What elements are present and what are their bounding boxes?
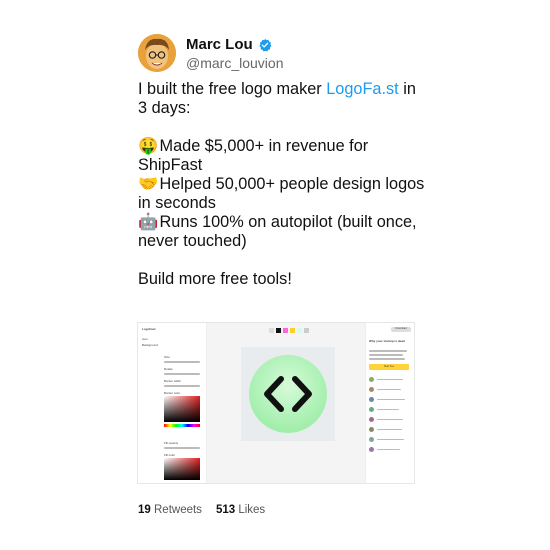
likes-stat[interactable]: 513 Likes — [216, 504, 265, 516]
tweet-closing: Build more free tools! — [138, 270, 292, 288]
tweet-text: I built the free logo maker LogoFa.st in… — [138, 80, 428, 289]
bullet-users: 🤝 Helped 50,000+ people design logos in … — [138, 175, 428, 213]
download-button[interactable]: Download — [391, 327, 411, 332]
author-handle[interactable]: @marc_louvion — [186, 55, 283, 71]
bullet-text: Helped 50,000+ people design logos in se… — [138, 175, 425, 212]
label-fill-opacity: Fill opacity — [164, 441, 179, 445]
bullet-revenue: 🤑 Made $5,000+ in revenue for ShipFast — [138, 137, 428, 175]
logofast-link[interactable]: LogoFa.st — [326, 80, 398, 98]
likes-label: Likes — [238, 504, 266, 516]
hue-slider — [164, 424, 200, 427]
download-label: Download — [395, 327, 407, 330]
tweet-stats: 19 Retweets 513 Likes — [138, 504, 265, 516]
color-picker-border — [164, 396, 200, 422]
money-face-icon: 🤑 — [138, 137, 159, 155]
label-border-color: Border color — [164, 391, 181, 395]
retweets-stat[interactable]: 19 Retweets — [138, 504, 202, 516]
bullet-text: Runs 100% on autopilot (built once, neve… — [138, 213, 417, 250]
label-fill-color: Fill color — [164, 453, 176, 457]
color-picker-fill — [164, 458, 200, 480]
retweets-label: Retweets — [154, 504, 202, 516]
toolbar-swatches — [269, 328, 309, 333]
promo-cta-button[interactable]: Start free — [369, 364, 409, 370]
author-name-row: Marc Lou — [186, 36, 272, 53]
bullet-autopilot: 🤖 Runs 100% on autopilot (built once, ne… — [138, 213, 428, 251]
retweets-count: 19 — [138, 504, 151, 516]
logo-canvas — [207, 323, 366, 483]
sidebar-tab-background: Background — [142, 343, 159, 347]
handshake-icon: 🤝 — [138, 175, 159, 193]
sidebar-tab-icon: Icon — [142, 337, 148, 341]
avatar[interactable] — [138, 34, 176, 72]
likes-count: 513 — [215, 504, 236, 516]
label-border-width: Border width — [164, 379, 181, 383]
author-name[interactable]: Marc Lou — [186, 36, 253, 53]
label-rotate: Rotate — [164, 367, 173, 371]
testimonial-list — [369, 377, 405, 457]
screenshot-promo-panel: Download Why your startup is dead Start … — [365, 323, 414, 483]
robot-icon: 🤖 — [138, 213, 159, 231]
promo-title: Why your startup is dead — [369, 339, 405, 343]
tweet-intro: I built the free logo maker LogoFa.st in… — [138, 80, 428, 118]
verified-badge-icon — [259, 38, 272, 51]
intro-prefix: I built the free logo maker — [138, 80, 327, 98]
promo-cta-label: Start free — [383, 365, 395, 368]
screenshot-sidebar: LogoFast Icon Background Size Rotate Bor… — [138, 323, 207, 483]
attached-screenshot[interactable]: LogoFast Icon Background Size Rotate Bor… — [137, 322, 415, 484]
bullet-text: Made $5,000+ in revenue for ShipFast — [138, 137, 369, 174]
label-size: Size — [164, 355, 170, 359]
screenshot-app-name: LogoFast — [142, 327, 156, 331]
logo-preview[interactable] — [249, 355, 327, 433]
code-brackets-icon — [264, 376, 312, 412]
avatar-photo — [138, 34, 176, 72]
